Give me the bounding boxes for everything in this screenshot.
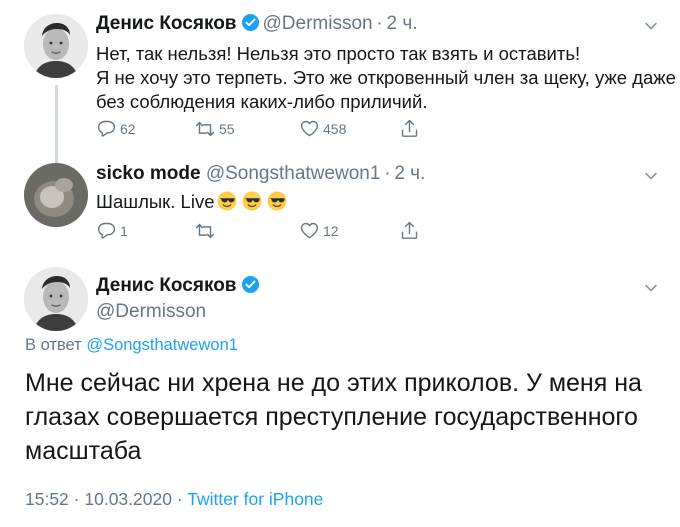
avatar-photo xyxy=(24,163,88,227)
verified-badge-icon xyxy=(240,13,260,32)
avatar[interactable] xyxy=(24,14,88,78)
main-tweet-text: Мне сейчас ни хрена не до этих приколов.… xyxy=(25,369,642,465)
reply-icon xyxy=(97,120,116,137)
author-handle[interactable]: @Songsthatwewon1 xyxy=(206,163,381,184)
tweet-time[interactable]: 2 ч. xyxy=(387,13,418,34)
like-icon xyxy=(300,222,319,239)
retweet-count: 55 xyxy=(219,121,235,137)
author-handle[interactable]: @Dermisson xyxy=(96,299,263,325)
tweet-text-line: без соблюдения каких-либо приличий. xyxy=(96,91,428,112)
like-button[interactable]: 12 xyxy=(299,220,339,241)
tweet-time[interactable]: 2 ч. xyxy=(394,163,425,184)
like-icon xyxy=(300,120,319,137)
separator: · xyxy=(380,163,395,184)
reply-count: 62 xyxy=(120,120,136,137)
avatar[interactable] xyxy=(24,267,88,331)
share-icon xyxy=(401,119,418,137)
tweet-text-line: Шашлык. Live xyxy=(96,191,215,212)
reply-count: 1 xyxy=(120,222,128,239)
tweet-text: Нет, так нельзя! Нельзя это просто так в… xyxy=(96,42,676,114)
tweet-date[interactable]: 10.03.2020 xyxy=(84,489,172,509)
main-author-block: Денис Косяков @Dermisson xyxy=(96,273,263,325)
reply-button[interactable]: 62 xyxy=(96,118,136,139)
chevron-down-icon[interactable] xyxy=(644,281,658,295)
verified-badge-icon xyxy=(240,275,260,294)
tweet-time[interactable]: 15:52 xyxy=(25,489,69,509)
retweet-icon xyxy=(195,121,215,137)
tweet-header: Денис Косяков @Dermisson · 2 ч. xyxy=(96,13,418,35)
separator: · xyxy=(73,489,80,509)
separator: · xyxy=(176,489,183,509)
tweet-meta: 15:52 · 10.03.2020 · Twitter for iPhone xyxy=(25,489,323,510)
chevron-down-icon[interactable] xyxy=(644,19,658,33)
reply-icon xyxy=(97,222,116,239)
retweet-icon xyxy=(195,223,215,239)
reply-context: В ответ @Songsthatwewon1 xyxy=(25,336,238,355)
reply-to-handle-link[interactable]: @Songsthatwewon1 xyxy=(86,336,238,354)
retweet-button[interactable]: 55 xyxy=(194,118,235,140)
avatar-photo xyxy=(24,14,88,78)
tweet-1[interactable]: Денис Косяков @Dermisson · 2 ч. Нет, так … xyxy=(0,0,680,163)
tweet-text-line: Я не хочу это терпеть. Это же откровенны… xyxy=(96,67,676,88)
like-button[interactable]: 458 xyxy=(299,118,346,139)
share-button[interactable] xyxy=(399,118,420,139)
chevron-down-icon[interactable] xyxy=(644,169,658,183)
reply-button[interactable]: 1 xyxy=(96,220,128,241)
author-handle[interactable]: @Dermisson xyxy=(263,13,373,34)
cool-emoji-icon xyxy=(266,191,287,211)
tweet-source-link[interactable]: Twitter for iPhone xyxy=(187,489,323,509)
tweet-2[interactable]: sicko mode @Songsthatwewon1 · 2 ч. Шашлы… xyxy=(0,150,680,255)
avatar-photo xyxy=(24,267,88,331)
author-name[interactable]: Денис Косяков xyxy=(96,13,237,34)
tweet-text-line: Нет, так нельзя! Нельзя это просто так в… xyxy=(96,43,581,64)
tweet-header: sicko mode @Songsthatwewon1 · 2 ч. xyxy=(96,163,425,185)
like-count: 12 xyxy=(323,222,339,239)
avatar[interactable] xyxy=(24,163,88,227)
separator: · xyxy=(372,13,387,34)
tweet-text: Шашлык. Live xyxy=(96,190,287,214)
like-count: 458 xyxy=(323,120,347,137)
share-button[interactable] xyxy=(399,220,420,241)
retweet-button[interactable] xyxy=(194,220,219,242)
author-name[interactable]: Денис Косяков xyxy=(96,275,237,296)
cool-emoji-icon xyxy=(216,191,237,211)
author-name[interactable]: sicko mode xyxy=(96,163,201,184)
reply-to-prefix: В ответ xyxy=(25,336,82,354)
share-icon xyxy=(401,221,418,239)
cool-emoji-icon xyxy=(241,191,262,211)
